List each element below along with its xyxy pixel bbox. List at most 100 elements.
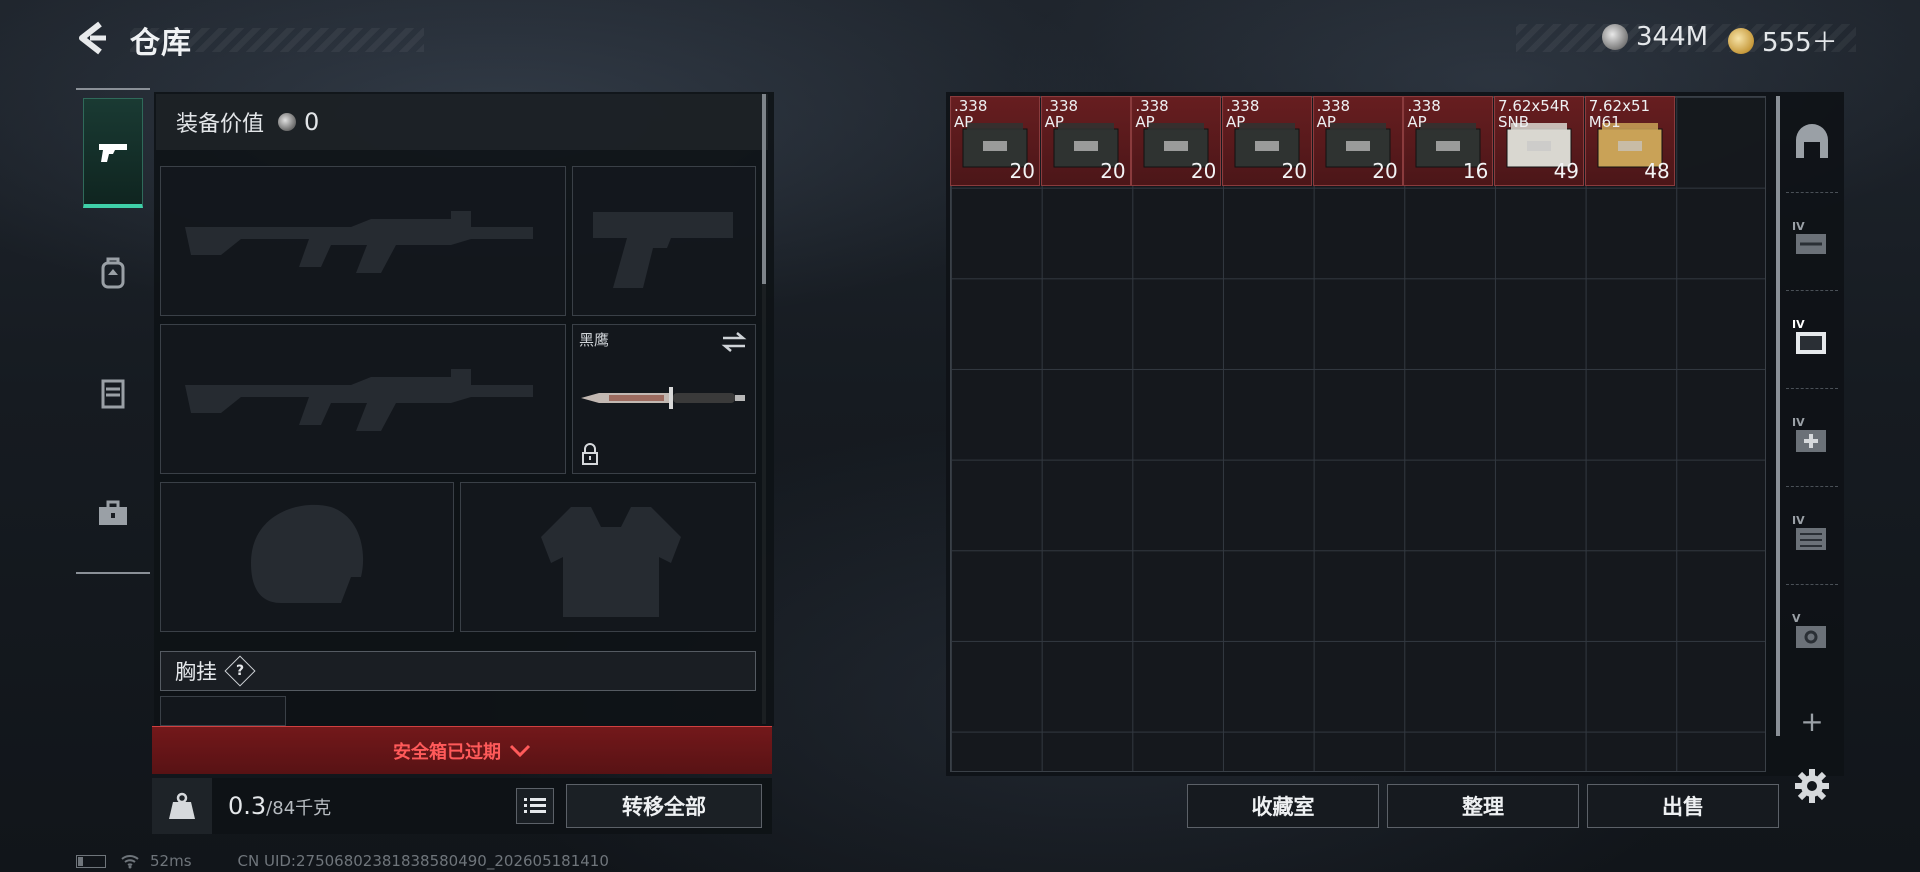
gold-currency[interactable]: 555＋ xyxy=(1728,22,1838,59)
storage-item-name: .338 AP xyxy=(1407,97,1441,131)
weight-icon xyxy=(169,792,195,819)
assault-rifle-silhouette-icon xyxy=(185,211,533,273)
valuables-case-icon: V xyxy=(1792,612,1826,648)
primary-weapon-slot-2[interactable] xyxy=(160,324,566,474)
toolbox-icon xyxy=(99,500,127,525)
silver-currency[interactable]: 344M xyxy=(1602,22,1708,52)
equipment-scrollbar-thumb[interactable] xyxy=(762,94,766,284)
storage-item-quantity: 16 xyxy=(1462,159,1489,183)
vest-silhouette-icon xyxy=(541,507,681,617)
helmet-silhouette-icon xyxy=(251,504,364,603)
primary-weapon-slot-1[interactable] xyxy=(160,166,566,316)
storage-grid[interactable] xyxy=(950,96,1766,772)
item-case-icon: IV xyxy=(1792,318,1826,354)
ammo-case-icon: IV xyxy=(1792,514,1826,550)
chest-rig-label: 胸挂 xyxy=(175,660,217,684)
silver-coin-icon xyxy=(278,113,297,131)
weight-footer: 0.3/84千克 转移全部 xyxy=(152,778,772,834)
storage-item-name: .338 AP xyxy=(1316,97,1351,131)
weight-max: /84千克 xyxy=(266,798,332,819)
transfer-all-button[interactable]: 转移全部 xyxy=(566,784,762,828)
weapon-case-icon: IV xyxy=(1792,220,1826,254)
sell-button[interactable]: 出售 xyxy=(1587,784,1779,828)
silver-currency-value: 344M xyxy=(1636,22,1709,52)
body-armor-slot[interactable] xyxy=(460,482,756,632)
wifi-icon xyxy=(121,855,139,869)
storage-item[interactable]: .338 AP 20 xyxy=(1222,96,1312,186)
chest-rig-slot[interactable] xyxy=(160,696,286,726)
rail-separator xyxy=(1786,584,1838,585)
gear-icon[interactable] xyxy=(1794,768,1830,804)
secure-container-status: 安全箱已过期 xyxy=(393,741,501,763)
storage-tab-weapon-case[interactable]: IV xyxy=(1788,216,1836,264)
storage-item-name: .338 AP xyxy=(1135,97,1169,131)
rail-separator xyxy=(1786,388,1838,389)
left-nav-rail xyxy=(76,88,150,574)
tab-backpack[interactable] xyxy=(83,218,143,328)
list-view-button[interactable] xyxy=(516,788,554,824)
storage-item-quantity: 20 xyxy=(1100,159,1126,183)
tab-chest-rig[interactable] xyxy=(83,338,143,448)
svg-text:IV: IV xyxy=(1792,416,1805,429)
pistol-silhouette-icon xyxy=(593,212,733,288)
storage-item-quantity: 49 xyxy=(1553,159,1580,183)
chevron-down-icon xyxy=(509,744,531,757)
swap-icon[interactable] xyxy=(721,331,747,353)
equipment-value: 0 xyxy=(304,108,320,136)
rail-separator xyxy=(1786,486,1838,487)
tab-toolbox[interactable] xyxy=(83,458,143,568)
add-storage-button[interactable]: + xyxy=(1800,708,1824,736)
storage-item-quantity: 20 xyxy=(1281,159,1307,183)
back-arrow-icon[interactable] xyxy=(74,20,110,56)
storage-tab-item-case[interactable]: IV xyxy=(1788,314,1836,362)
svg-text:V: V xyxy=(1792,612,1801,625)
chest-rig-icon xyxy=(101,379,125,409)
weight-current: 0.3 xyxy=(228,792,267,820)
rail-separator xyxy=(1786,192,1838,193)
help-icon[interactable]: ? xyxy=(224,655,256,687)
lock-icon xyxy=(582,443,598,465)
medical-case-icon: IV xyxy=(1792,416,1826,452)
top-bar: 仓库 344M 555＋ xyxy=(0,0,1920,78)
list-icon xyxy=(524,798,546,813)
storage-item[interactable]: 7.62x51 M61 48 xyxy=(1584,96,1675,186)
storage-tab-valuables-case[interactable]: V xyxy=(1788,608,1836,656)
storage-item[interactable]: 7.62x54R SNB 49 xyxy=(1494,96,1585,186)
storage-tab-medical-case[interactable]: IV xyxy=(1788,412,1836,460)
pistol-icon xyxy=(99,143,127,162)
melee-item-name: 黑鹰 xyxy=(579,331,610,349)
pistol-slot[interactable] xyxy=(572,166,756,316)
storage-item-quantity: 20 xyxy=(1372,159,1398,183)
ping-value: 52ms xyxy=(150,852,192,870)
chest-rig-section: 胸挂 ? xyxy=(160,651,756,691)
battery-icon xyxy=(76,854,106,868)
helmet-slot[interactable] xyxy=(160,482,454,632)
backpack-icon xyxy=(101,257,125,289)
collection-room-button[interactable]: 收藏室 xyxy=(1187,784,1379,828)
assault-rifle-silhouette-icon xyxy=(185,369,533,431)
sort-button[interactable]: 整理 xyxy=(1387,784,1579,828)
secure-container-expired-banner[interactable]: 安全箱已过期 xyxy=(152,726,772,774)
storage-item-quantity: 48 xyxy=(1644,159,1670,183)
storage-item-quantity: 20 xyxy=(1190,159,1217,183)
svg-text:IV: IV xyxy=(1792,318,1805,331)
storage-item[interactable]: .338 AP 16 xyxy=(1403,96,1494,186)
storage-item-name: .338 AP xyxy=(1226,97,1260,131)
weight-display: 0.3/84千克 xyxy=(228,792,331,820)
melee-slot[interactable]: 黑鹰 xyxy=(572,324,756,474)
storage-item-quantity: 20 xyxy=(1009,159,1035,183)
storage-item[interactable]: .338 AP 20 xyxy=(950,96,1040,186)
status-bar: 52ms CN UID:27506802381838580490_2026051… xyxy=(76,850,609,872)
equipment-value-header: 装备价值 0 xyxy=(156,94,768,150)
storage-item-name: 7.62x51 M61 xyxy=(1588,97,1651,131)
storage-side-rail: IV IV IV IV V xyxy=(1774,96,1844,706)
storage-item-name: .338 AP xyxy=(954,97,988,131)
page-title: 仓库 xyxy=(130,26,192,61)
storage-item[interactable]: .338 AP 20 xyxy=(1312,96,1403,186)
storage-tab-home[interactable] xyxy=(1788,118,1836,166)
storage-item[interactable]: .338 AP 20 xyxy=(1040,96,1131,186)
storage-tab-ammo-case[interactable]: IV xyxy=(1788,510,1836,558)
tab-weapons[interactable] xyxy=(83,98,143,208)
storage-item[interactable]: .338 AP 20 xyxy=(1131,96,1222,186)
knife-icon xyxy=(581,387,745,409)
